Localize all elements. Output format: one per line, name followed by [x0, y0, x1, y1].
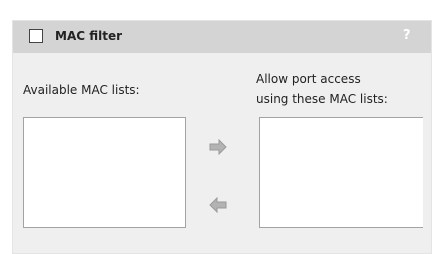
- panel-title: MAC filter: [55, 29, 123, 43]
- allowed-lists-label-line2: using these MAC lists:: [256, 92, 388, 106]
- available-mac-lists-listbox[interactable]: [23, 117, 186, 228]
- help-icon[interactable]: ?: [403, 28, 411, 44]
- mac-filter-panel: MAC filter ? Available MAC lists: Allow …: [12, 20, 432, 254]
- mac-filter-checkbox[interactable]: [29, 29, 43, 43]
- allowed-lists-label-line1: Allow port access: [256, 72, 361, 86]
- allowed-lists-label: Allow port access using these MAC lists:: [256, 69, 388, 109]
- allowed-mac-lists-listbox[interactable]: [259, 117, 423, 228]
- available-lists-label: Available MAC lists:: [23, 83, 140, 97]
- arrow-right-icon[interactable]: [208, 138, 228, 156]
- panel-header: MAC filter ?: [13, 21, 431, 53]
- arrow-left-icon[interactable]: [208, 196, 228, 214]
- arrow-left-icon-graphic: [209, 196, 227, 214]
- arrow-right-icon-graphic: [209, 138, 227, 156]
